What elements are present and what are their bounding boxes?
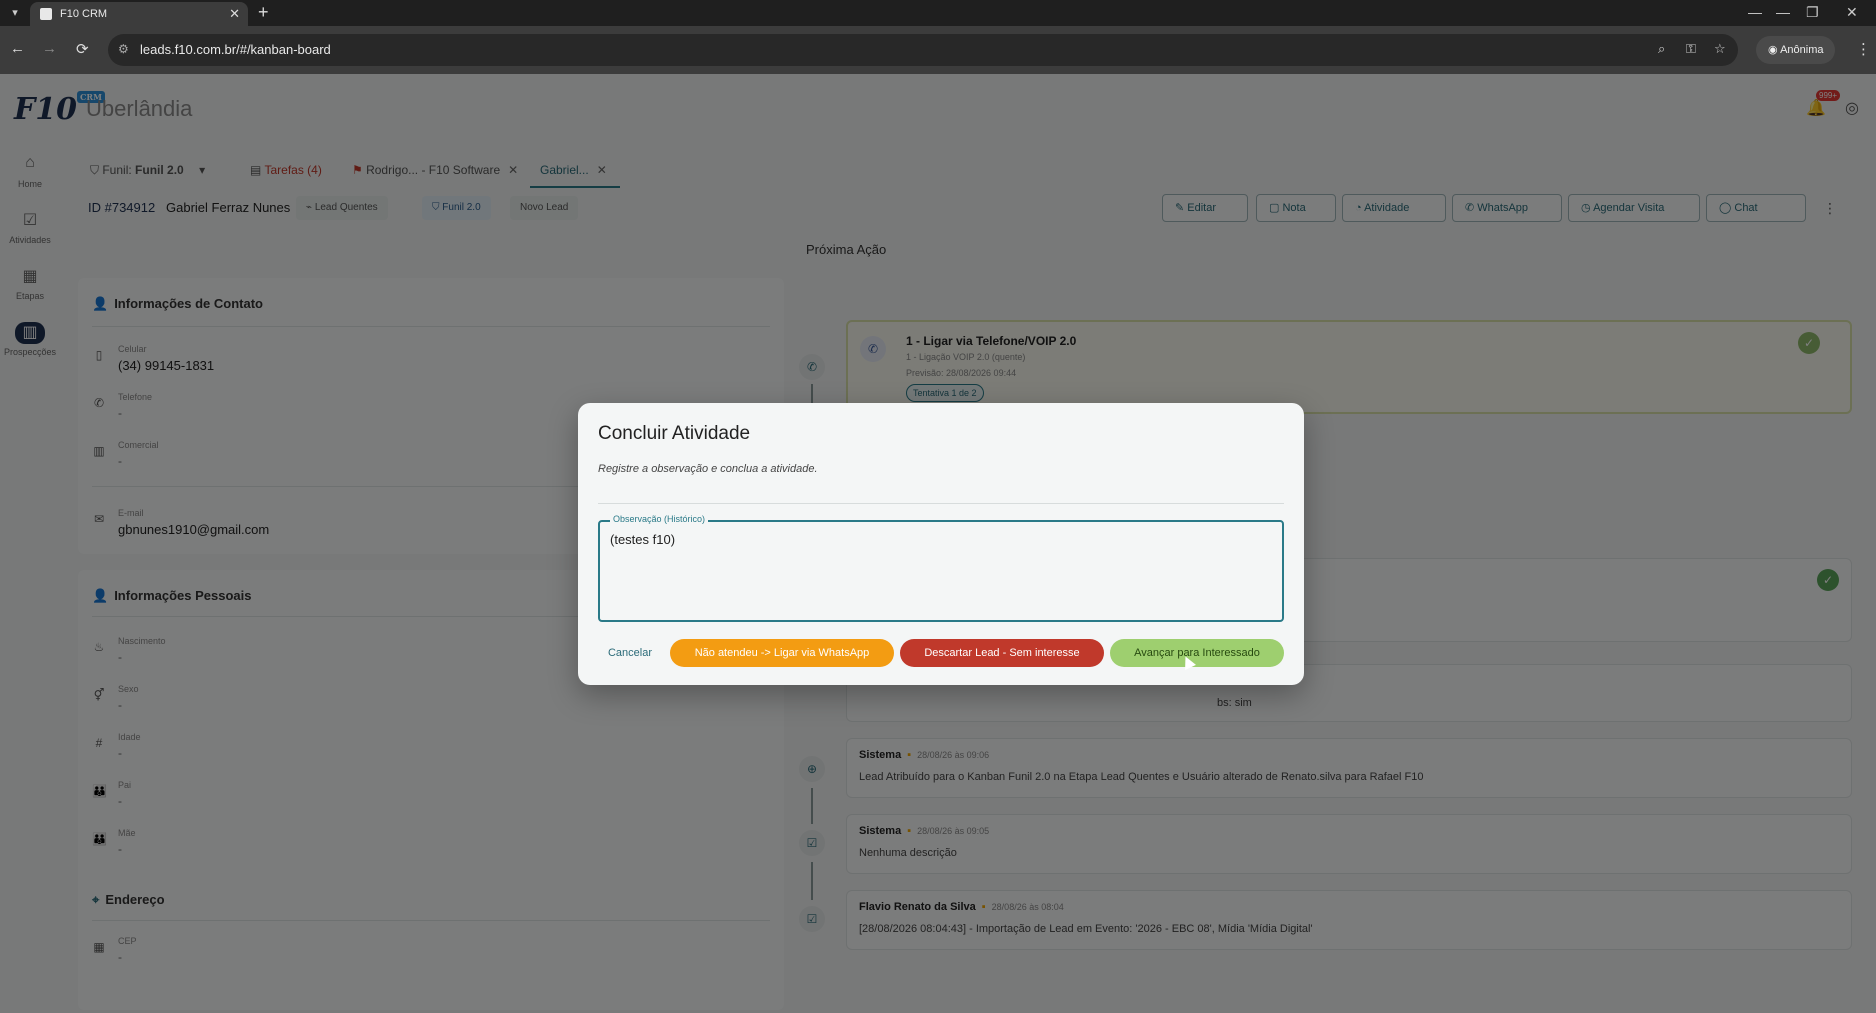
reload-icon[interactable]: ⟳ xyxy=(76,40,89,58)
forward-arrow-icon[interactable]: → xyxy=(42,40,57,57)
browser-tab[interactable]: F10 CRM ✕ xyxy=(30,2,248,26)
bookmark-star-icon[interactable]: ☆ xyxy=(1714,41,1726,57)
call-whatsapp-button[interactable]: Não atendeu -> Ligar via WhatsApp xyxy=(670,639,894,667)
site-info-icon[interactable]: ⚙ xyxy=(118,42,129,56)
tab-list-chevron-icon[interactable]: ▾ xyxy=(6,4,24,22)
incognito-label: Anônima xyxy=(1780,44,1824,56)
dialog-title: Concluir Atividade xyxy=(598,423,751,444)
incognito-profile-button[interactable]: ◉ Anônima xyxy=(1756,36,1836,64)
observation-field: Observação (Histórico) (testes f10) xyxy=(598,514,1284,622)
close-tab-icon[interactable]: ✕ xyxy=(229,6,240,22)
browser-tab-title: F10 CRM xyxy=(60,8,108,20)
zoom-icon[interactable]: ⌕ xyxy=(1658,41,1665,57)
back-arrow-icon[interactable]: ← xyxy=(10,40,25,57)
discard-lead-button[interactable]: Descartar Lead - Sem interesse xyxy=(900,639,1104,667)
restore-window-icon[interactable]: ❐ xyxy=(1806,4,1819,21)
new-tab-plus-icon[interactable]: + xyxy=(258,2,269,23)
complete-activity-dialog: Concluir Atividade Registre a observação… xyxy=(578,403,1304,685)
dialog-subtitle: Registre a observação e conclua a ativid… xyxy=(598,463,818,475)
password-key-icon[interactable]: ⚿ xyxy=(1686,41,1696,57)
close-window-icon[interactable]: ✕ xyxy=(1846,4,1858,21)
observation-label: Observação (Histórico) xyxy=(610,514,709,524)
divider xyxy=(598,503,1284,504)
browser-menu-icon[interactable]: ⋮ xyxy=(1856,40,1871,58)
cancel-button[interactable]: Cancelar xyxy=(598,639,662,667)
incognito-icon: ◉ xyxy=(1768,44,1781,56)
favicon-icon xyxy=(40,8,52,20)
minimize-window-icon[interactable]: — xyxy=(1748,4,1762,20)
url-text[interactable]: leads.f10.com.br/#/kanban-board xyxy=(140,42,331,57)
observation-textarea[interactable]: (testes f10) xyxy=(610,532,1270,612)
browser-tabstrip: ▾ F10 CRM ✕ + — — ❐ ✕ xyxy=(0,0,1876,26)
url-box[interactable]: ⚙ leads.f10.com.br/#/kanban-board ⌕ ⚿ ☆ xyxy=(108,34,1738,66)
advance-interested-button[interactable]: Avançar para Interessado xyxy=(1110,639,1284,667)
address-bar-area: ← → ⟳ ⚙ leads.f10.com.br/#/kanban-board … xyxy=(0,26,1876,74)
minimize2-window-icon[interactable]: — xyxy=(1776,4,1790,20)
